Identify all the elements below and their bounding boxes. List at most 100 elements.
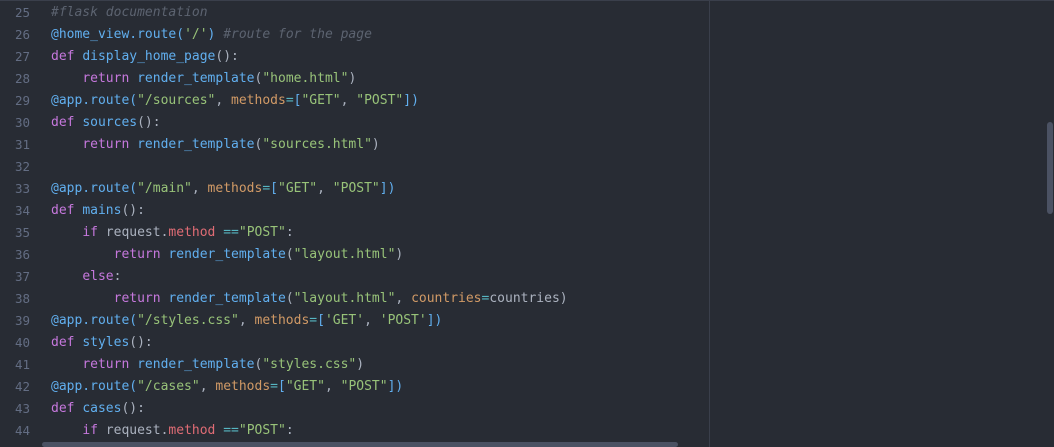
code-token: , [199, 379, 216, 394]
line-number[interactable]: 44 [0, 420, 30, 442]
code-token: methods [231, 93, 286, 108]
line-number[interactable]: 35 [0, 222, 30, 244]
code-token: request. [105, 423, 169, 438]
code-token: (): [129, 335, 153, 350]
line-number[interactable]: 26 [0, 24, 30, 46]
line-number[interactable]: 25 [0, 2, 30, 24]
code-token: else [82, 269, 114, 284]
code-text: return render_template("styles.css") [51, 354, 364, 376]
code-token: = [309, 313, 318, 328]
code-token: render_template [168, 291, 286, 306]
code-line[interactable]: 33 @app.route("/main", methods=["GET", "P… [0, 178, 1054, 200]
code-token: 'POST' [379, 313, 427, 328]
code-token: @app.route( [51, 379, 138, 394]
code-token: return [82, 357, 138, 372]
code-token: def [51, 401, 83, 416]
code-token: cases [82, 401, 122, 416]
code-line[interactable]: 30 def sources(): [0, 112, 1054, 134]
code-text: @app.route("/main", methods=["GET", "POS… [51, 178, 395, 200]
code-text: if request.method =="POST": [51, 420, 293, 442]
code-line[interactable]: 43 def cases(): [0, 398, 1054, 420]
code-line[interactable]: 40 def styles(): [0, 332, 1054, 354]
code-token: ) [356, 357, 365, 372]
code-line[interactable]: 28 return render_template("home.html") [0, 68, 1054, 90]
code-line[interactable]: 26 @home_view.route('/') #route for the p… [0, 24, 1054, 46]
code-token: "GET" [278, 181, 318, 196]
line-number[interactable]: 41 [0, 354, 30, 376]
code-line[interactable]: 42 @app.route("/cases", methods=["GET", "… [0, 376, 1054, 398]
code-line[interactable]: 25 #flask documentation [0, 2, 1054, 24]
code-text: return render_template("layout.html", co… [51, 288, 568, 310]
code-token: "sources.html" [262, 137, 372, 152]
line-number[interactable]: 43 [0, 398, 30, 420]
line-number[interactable]: 38 [0, 288, 30, 310]
code-token: (): [137, 115, 161, 130]
line-number[interactable]: 31 [0, 134, 30, 156]
code-line[interactable]: 35 if request.method =="POST": [0, 222, 1054, 244]
line-number[interactable]: 37 [0, 266, 30, 288]
line-number[interactable]: 34 [0, 200, 30, 222]
code-token: #flask documentation [51, 5, 208, 20]
code-token: : [285, 225, 294, 240]
code-line[interactable]: 29 @app.route("/sources", methods=["GET",… [0, 90, 1054, 112]
code-line[interactable]: 36 return render_template("layout.html") [0, 244, 1054, 266]
code-token: [ [317, 313, 325, 328]
code-token: request. [105, 225, 169, 240]
code-token: , [215, 93, 232, 108]
code-token: "POST" [332, 181, 380, 196]
code-token: "POST" [238, 423, 286, 438]
code-line[interactable]: 37 else: [0, 266, 1054, 288]
code-text: else: [51, 266, 121, 288]
code-token: styles [82, 335, 130, 350]
code-token: ( [285, 247, 294, 262]
code-token: #route for the page [223, 27, 372, 42]
code-token: (): [121, 203, 145, 218]
horizontal-scrollbar-thumb[interactable] [42, 442, 678, 447]
code-area[interactable]: 25 #flask documentation 26 @home_view.route… [0, 2, 1054, 442]
code-editor[interactable]: 25 #flask documentation 26 @home_view.route… [0, 0, 1054, 447]
code-line[interactable]: 32 [0, 156, 1054, 178]
code-text: #flask documentation [51, 2, 208, 24]
code-line[interactable]: 38 return render_template("layout.html",… [0, 288, 1054, 310]
code-token: '/' [184, 27, 208, 42]
code-token: countries [411, 291, 482, 306]
vertical-scrollbar[interactable] [1046, 0, 1054, 447]
vertical-scrollbar-thumb[interactable] [1047, 122, 1053, 214]
code-text: return render_template("home.html") [51, 68, 356, 90]
line-number[interactable]: 30 [0, 112, 30, 134]
line-number[interactable]: 40 [0, 332, 30, 354]
code-line[interactable]: 27 def display_home_page(): [0, 46, 1054, 68]
code-token: render_template [168, 247, 286, 262]
code-line[interactable]: 41 return render_template("styles.css") [0, 354, 1054, 376]
code-token: [ [278, 379, 286, 394]
line-number[interactable]: 39 [0, 310, 30, 332]
code-line[interactable]: 39 @app.route("/styles.css", methods=['GE… [0, 310, 1054, 332]
code-token: , [340, 93, 357, 108]
line-number[interactable]: 36 [0, 244, 30, 266]
line-number[interactable]: 27 [0, 46, 30, 68]
code-line[interactable]: 34 def mains(): [0, 200, 1054, 222]
code-token: methods [254, 313, 310, 328]
line-number[interactable]: 33 [0, 178, 30, 200]
line-number[interactable]: 28 [0, 68, 30, 90]
code-token: , [238, 313, 255, 328]
code-token: method [168, 423, 216, 438]
code-token: render_template [137, 357, 255, 372]
code-token: "layout.html" [293, 247, 396, 262]
code-line[interactable]: 31 return render_template("sources.html"… [0, 134, 1054, 156]
code-token: countries [489, 291, 560, 306]
code-text: if request.method =="POST": [51, 222, 294, 244]
code-token: 'GET' [324, 313, 365, 328]
code-token: ) [371, 137, 380, 152]
code-line[interactable]: 44 if request.method =="POST": [0, 420, 1054, 442]
line-number[interactable]: 42 [0, 376, 30, 398]
code-token: == [223, 225, 239, 240]
code-token: sources [82, 115, 138, 130]
line-number[interactable]: 32 [0, 156, 30, 178]
code-token: ]) [426, 313, 443, 328]
line-number[interactable]: 29 [0, 90, 30, 112]
